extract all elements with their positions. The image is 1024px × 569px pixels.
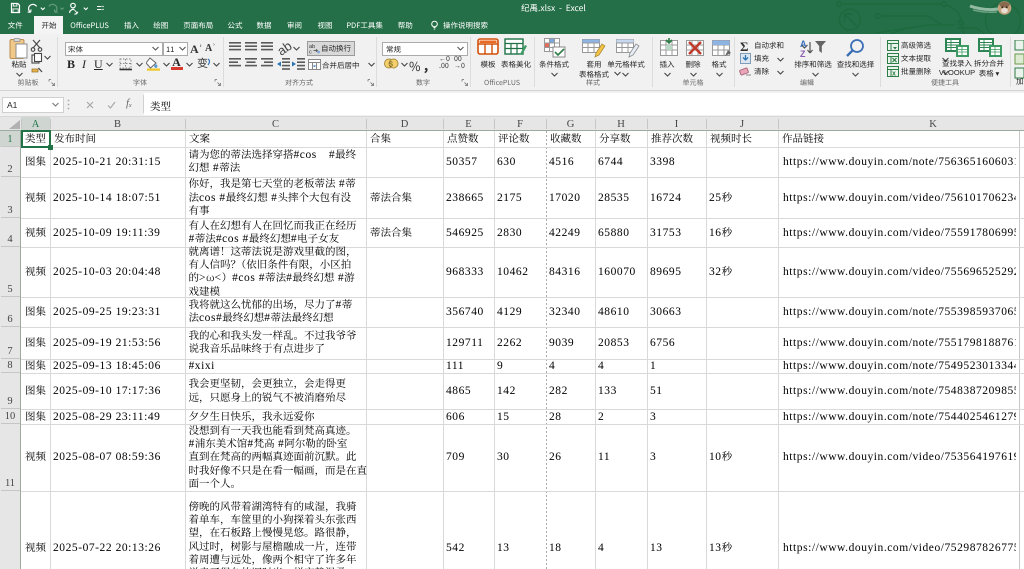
svg-text:$: $ (389, 62, 393, 69)
svg-text:变: 变 (197, 56, 208, 70)
svg-text:Z: Z (800, 49, 806, 58)
svg-text:x: x (892, 71, 896, 78)
svg-text:c: c (309, 49, 312, 54)
svg-text:A: A (800, 39, 807, 49)
svg-text:ab: ab (277, 41, 292, 55)
